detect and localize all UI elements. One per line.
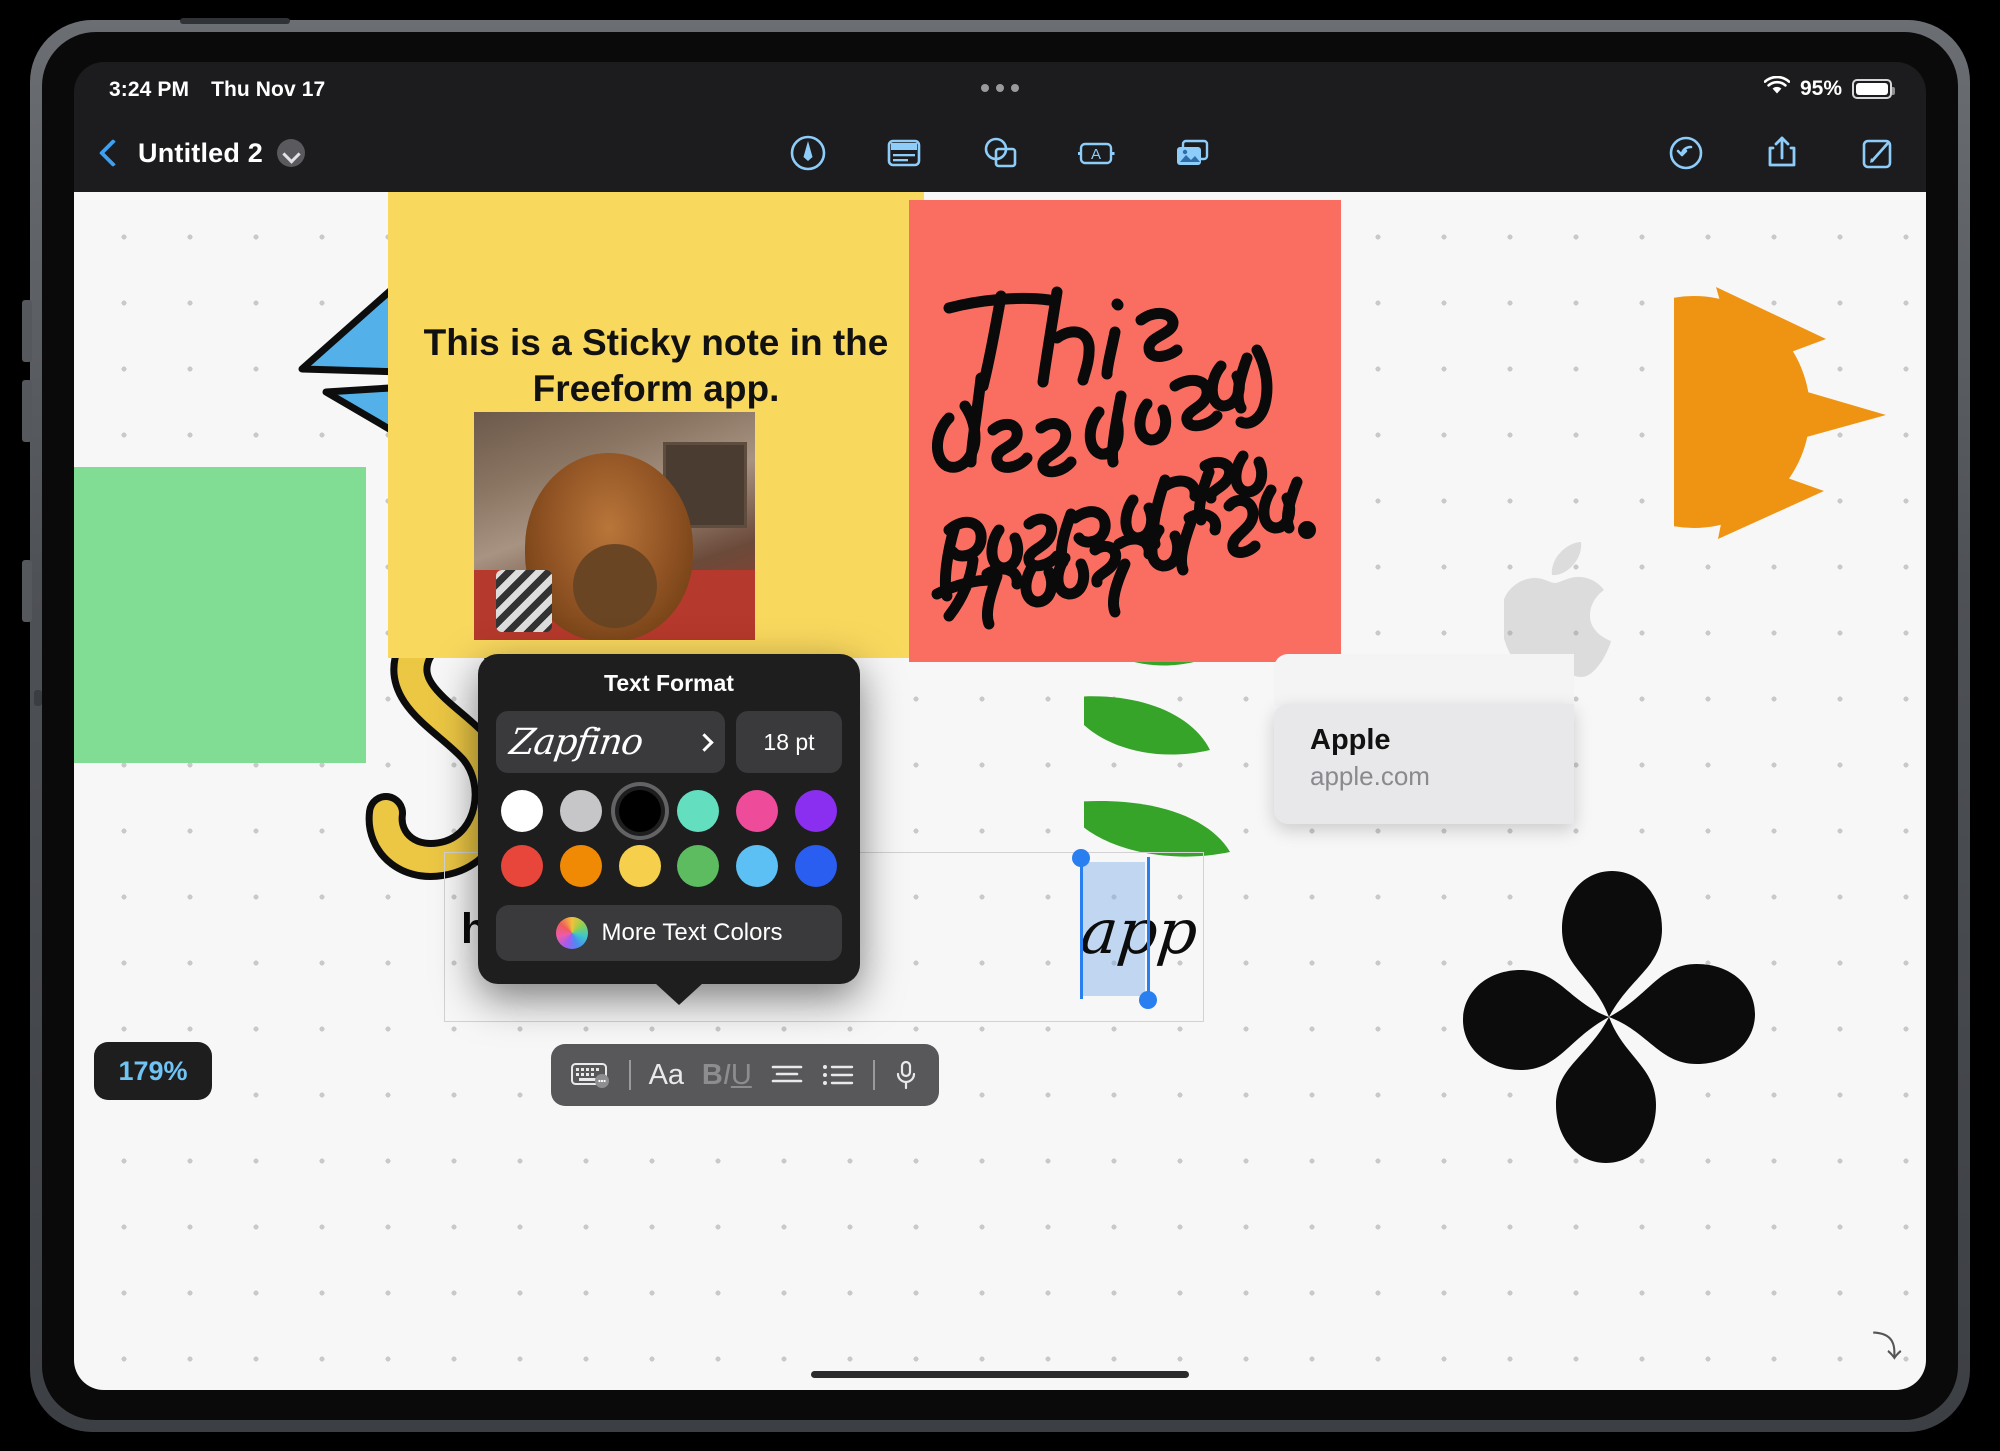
align-left-icon[interactable] (770, 1063, 804, 1087)
pen-in-circle-icon[interactable] (786, 131, 830, 175)
color-swatch-pink[interactable] (735, 790, 778, 832)
toolbar-divider-2 (873, 1060, 876, 1090)
black-clover-shape[interactable] (1444, 817, 1774, 1217)
status-time: 3:24 PM (109, 78, 190, 101)
font-size-label: 18 pt (763, 728, 815, 755)
color-swatch-white[interactable] (501, 790, 544, 832)
apple-link-card[interactable]: Apple apple.com (1274, 704, 1574, 824)
home-indicator[interactable] (811, 1371, 1189, 1378)
green-sticky-note[interactable] (74, 467, 366, 763)
color-swatch-light-blue[interactable] (735, 845, 778, 887)
more-text-colors-label: More Text Colors (601, 919, 783, 946)
font-name-label: Zapfino (507, 721, 646, 763)
multitasking-dots-button[interactable] (981, 84, 1019, 92)
font-size-button[interactable]: 18 pt (736, 711, 842, 773)
sticky-note-icon[interactable] (882, 131, 926, 175)
selection-knob-end[interactable] (1139, 991, 1157, 1009)
color-wheel-icon (555, 917, 588, 949)
compose-icon[interactable] (1856, 131, 1900, 175)
wifi-icon (1763, 75, 1791, 102)
color-swatch-grid (478, 773, 860, 887)
photo-stack-icon[interactable] (1170, 131, 1214, 175)
battery-percent: 95% (1799, 77, 1842, 100)
undo-circle-icon[interactable] (1664, 131, 1708, 175)
status-bar-right: 95% (1763, 75, 1895, 102)
status-date: Thu Nov 17 (211, 78, 326, 101)
dot-3 (1011, 84, 1019, 92)
navbar-tool-group: A (786, 114, 1214, 192)
bullet-list-icon[interactable] (821, 1063, 855, 1087)
text-box-icon[interactable]: A (1074, 131, 1118, 175)
selection-handle-right[interactable] (1147, 857, 1150, 999)
link-card-url: apple.com (1310, 761, 1430, 791)
power-button[interactable] (22, 560, 32, 622)
more-text-colors-button[interactable]: More Text Colors (496, 905, 842, 961)
color-swatch-gray[interactable] (559, 790, 602, 832)
format-toolbar[interactable]: Aa BIU (551, 1044, 939, 1106)
red-sticky-note[interactable] (909, 200, 1341, 662)
app-navigation-bar: Untitled 2 A (74, 114, 1926, 192)
popover-arrow (655, 983, 703, 1005)
orange-sun-shape[interactable] (1578, 247, 1904, 577)
popover-title: Text Format (604, 670, 734, 696)
text-format-popover[interactable]: Text Format Zapfino 18 pt More Text Colo… (478, 654, 860, 1005)
navbar-action-group (1664, 114, 1900, 192)
shapes-icon[interactable] (978, 131, 1022, 175)
selection-knob-start[interactable] (1072, 849, 1090, 867)
lion-costume-photo[interactable] (474, 412, 755, 640)
color-swatch-blue[interactable] (794, 845, 837, 887)
link-card-top-strip (1274, 654, 1574, 706)
dot-2 (996, 84, 1004, 92)
smart-connector (34, 690, 42, 706)
popover-font-row: Zapfino 18 pt (478, 697, 860, 773)
chevron-right-icon (695, 732, 714, 752)
color-swatch-orange[interactable] (559, 845, 602, 887)
microphone-icon[interactable] (893, 1060, 919, 1090)
status-bar-left: 3:24 PM Thu Nov 17 (109, 78, 325, 102)
photo-lion-face (572, 544, 657, 629)
top-antenna-band (180, 18, 290, 24)
share-icon[interactable] (1760, 131, 1804, 175)
link-card-title: Apple (1310, 724, 1391, 756)
color-swatch-green[interactable] (677, 845, 720, 887)
zoom-level-badge[interactable]: 179% (94, 1042, 212, 1100)
font-style-button[interactable]: Aa (649, 1059, 684, 1092)
chevron-down-icon[interactable] (277, 139, 306, 167)
yellow-sticky-note-text: This is a Sticky note in the Freeform ap… (423, 322, 889, 409)
status-bar: 3:24 PM Thu Nov 17 95% (74, 62, 1926, 114)
font-picker-button[interactable]: Zapfino (496, 711, 725, 773)
selection-handle-left[interactable] (1080, 857, 1083, 999)
ipad-device-frame: 3:24 PM Thu Nov 17 95% Untitled 2 A This… (0, 0, 2000, 1451)
toolbar-divider-1 (628, 1060, 631, 1090)
battery-icon (1852, 79, 1895, 99)
svg-text:A: A (1091, 146, 1101, 163)
color-swatch-black[interactable] (618, 790, 661, 832)
ipad-screen: 3:24 PM Thu Nov 17 95% Untitled 2 A This… (74, 62, 1926, 1390)
volume-up-button[interactable] (22, 300, 32, 362)
keyboard-icon[interactable] (571, 1061, 611, 1089)
color-swatch-yellow[interactable] (618, 845, 661, 887)
photo-striped-cushion (496, 570, 552, 632)
dot-1 (981, 84, 989, 92)
selected-word: app (1077, 895, 1202, 968)
page-title[interactable]: Untitled 2 (138, 138, 263, 169)
navbar-left-group: Untitled 2 (94, 114, 306, 192)
bold-italic-underline-button[interactable]: BIU (702, 1059, 752, 1092)
color-swatch-purple[interactable] (794, 790, 837, 832)
color-swatch-mint[interactable] (677, 790, 720, 832)
volume-down-button[interactable] (22, 380, 32, 442)
canvas-corner-handle[interactable]: ⤵ (1872, 1322, 1902, 1366)
color-swatch-red[interactable] (501, 845, 544, 887)
freeform-canvas[interactable]: This is a Sticky note in the Freeform ap… (74, 192, 1926, 1390)
red-sticky-note-handwriting (931, 286, 1316, 630)
back-chevron-icon[interactable] (94, 138, 124, 168)
